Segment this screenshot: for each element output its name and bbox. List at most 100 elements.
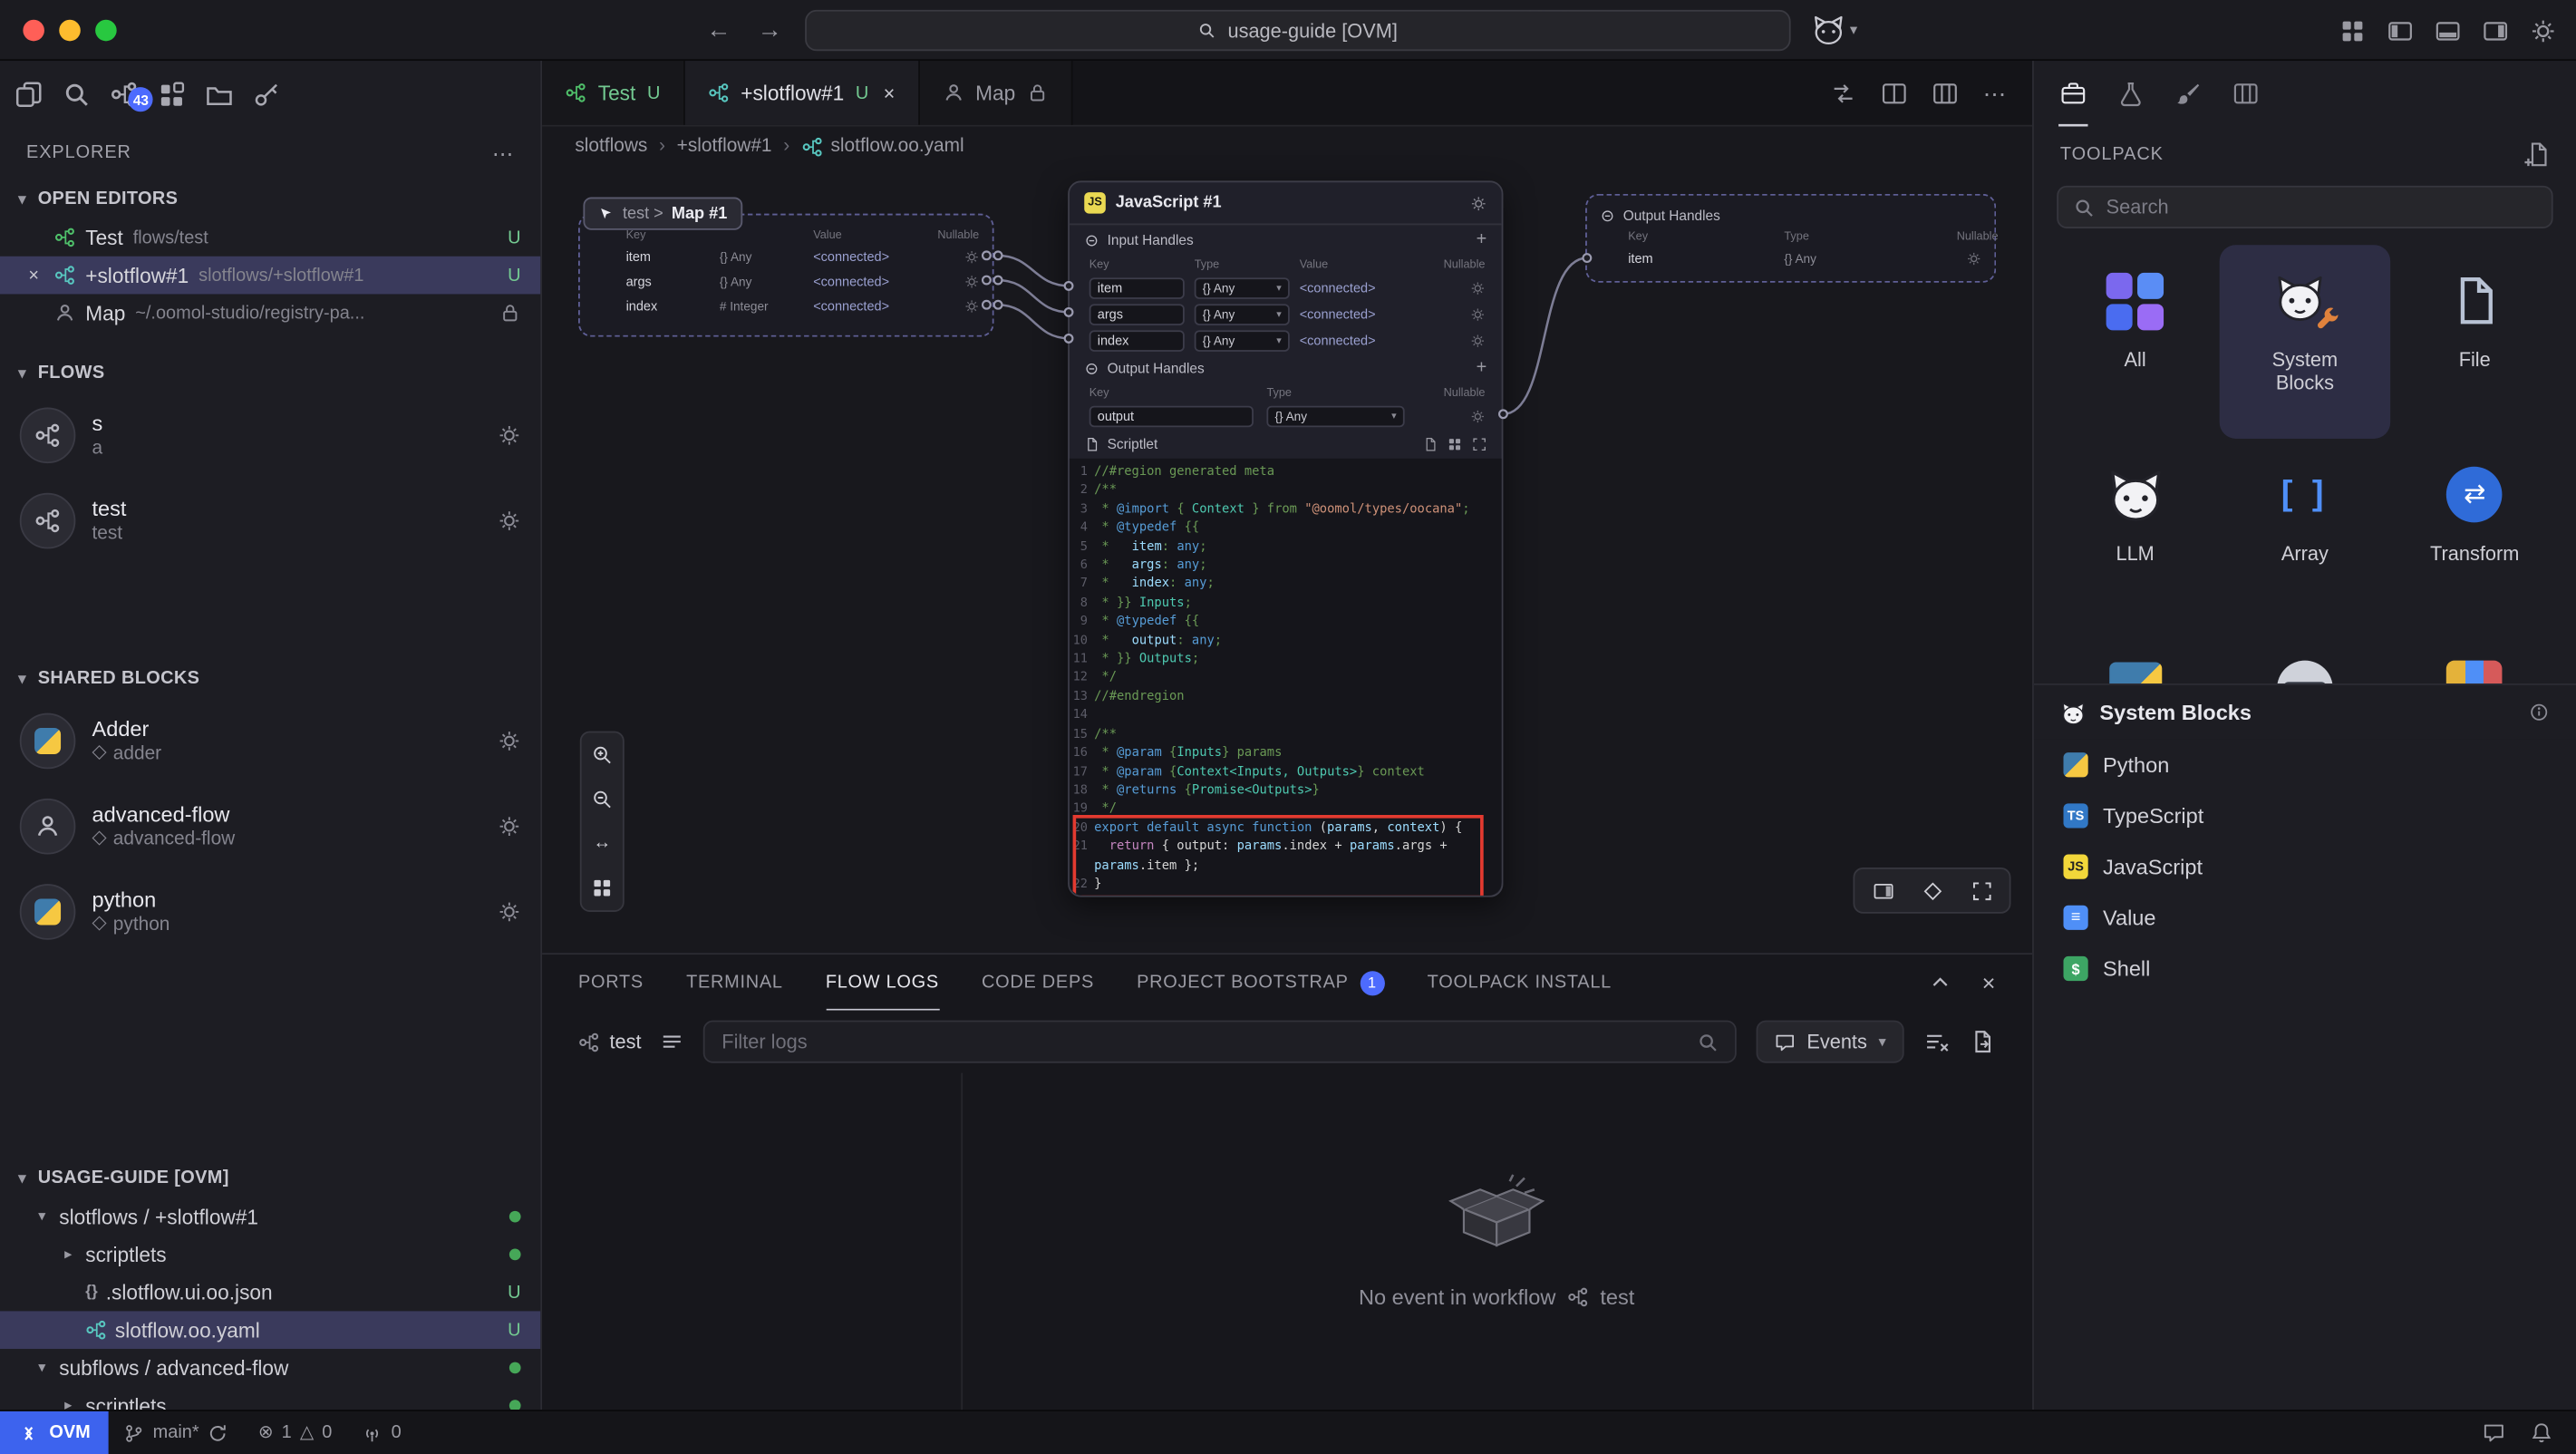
- list-item[interactable]: python◇python: [0, 869, 540, 955]
- system-block-item[interactable]: $Shell: [2034, 943, 2576, 994]
- list-item[interactable]: testtest: [0, 478, 540, 563]
- toolpack-tile[interactable]: [2220, 633, 2389, 683]
- extensions-icon[interactable]: [158, 80, 186, 108]
- branch-status[interactable]: main*: [109, 1411, 244, 1454]
- zoom-in-button[interactable]: [586, 740, 617, 771]
- tree-item[interactable]: {}.slotflow.ui.oo.jsonU: [0, 1274, 540, 1312]
- workspace-header[interactable]: ▾ USAGE-GUIDE [OVM]: [0, 1158, 540, 1198]
- ports-status[interactable]: 0: [347, 1411, 416, 1454]
- new-toolpack-icon[interactable]: [2523, 141, 2550, 168]
- search-icon[interactable]: [63, 80, 91, 108]
- log-view-mode-icon[interactable]: [661, 1030, 683, 1052]
- handle-settings-gear-icon[interactable]: [964, 250, 979, 265]
- split-editor-icon[interactable]: [1881, 80, 1907, 106]
- item-settings-gear-icon[interactable]: [498, 424, 520, 447]
- panel-tab[interactable]: CODE DEPS: [982, 955, 1094, 1011]
- editor-tab[interactable]: TestU: [542, 61, 684, 125]
- toolpack-tab-icon[interactable]: [2058, 61, 2088, 127]
- toolpack-search-input[interactable]: [2106, 196, 2537, 218]
- toolpack-tile[interactable]: File: [2390, 245, 2560, 439]
- toolpack-tile[interactable]: All: [2050, 245, 2220, 439]
- folder-icon[interactable]: [206, 80, 234, 108]
- settings-gear-icon[interactable]: [2530, 17, 2556, 44]
- handle-settings-gear-icon[interactable]: [1967, 251, 1981, 266]
- toolpack-tile[interactable]: LLM: [2050, 439, 2220, 633]
- handle-type-select[interactable]: {} Any▾: [1195, 329, 1290, 351]
- panel-tab[interactable]: PORTS: [578, 955, 644, 1011]
- input-handle-row[interactable]: args{} Any▾<connected>: [1070, 301, 1502, 327]
- list-item[interactable]: sa: [0, 393, 540, 478]
- auto-layout-button[interactable]: [586, 872, 617, 903]
- open-grid-icon[interactable]: [1448, 436, 1462, 451]
- more-actions-icon[interactable]: ⋯: [1983, 82, 2006, 104]
- filter-logs-field[interactable]: [703, 1021, 1736, 1063]
- map-node-row[interactable]: index# Integer<connected>: [580, 294, 993, 318]
- tree-item[interactable]: slotflow.oo.yamlU: [0, 1311, 540, 1349]
- notifications-bell-icon[interactable]: [2530, 1421, 2552, 1444]
- editor-tab[interactable]: Map: [920, 61, 1073, 125]
- system-block-item[interactable]: TSTypeScript: [2034, 790, 2576, 841]
- copy-code-icon[interactable]: [1423, 436, 1438, 451]
- export-logs-icon[interactable]: [1970, 1029, 1996, 1055]
- collapse-panel-icon[interactable]: [1930, 971, 1952, 994]
- handle-settings-gear-icon[interactable]: [1470, 333, 1485, 347]
- flow-selector[interactable]: test: [578, 1030, 641, 1052]
- map-node-row[interactable]: item{} Any<connected>: [580, 245, 993, 269]
- breadcrumb-item[interactable]: slotflows: [575, 136, 647, 156]
- toggle-minimap-button[interactable]: [1864, 876, 1901, 906]
- toggle-sidebar-right-icon[interactable]: [2483, 17, 2509, 44]
- close-editor-icon[interactable]: ×: [23, 266, 44, 286]
- feedback-icon[interactable]: [2483, 1421, 2505, 1444]
- map-view-button[interactable]: [1914, 876, 1951, 906]
- panel-tab[interactable]: FLOW LOGS: [826, 955, 939, 1011]
- explorer-icon[interactable]: [15, 80, 43, 108]
- scriptlet-code-editor[interactable]: 1//#region generated meta2/**3 * @import…: [1070, 459, 1502, 896]
- add-input-handle-button[interactable]: +: [1477, 230, 1487, 250]
- editor-layout-icon[interactable]: [2339, 17, 2366, 44]
- close-panel-icon[interactable]: ×: [1982, 971, 1997, 994]
- navigate-forward-button[interactable]: →: [758, 18, 782, 43]
- input-handle-row[interactable]: item{} Any▾<connected>: [1070, 275, 1502, 301]
- handle-settings-gear-icon[interactable]: [1470, 306, 1485, 321]
- experiments-tab-icon[interactable]: [2116, 61, 2146, 127]
- open-editor-item[interactable]: Testflows/testU: [0, 218, 540, 257]
- map-node-row[interactable]: args{} Any<connected>: [580, 269, 993, 294]
- tree-item[interactable]: ▸scriptlets: [0, 1387, 540, 1410]
- system-block-item[interactable]: ≡Value: [2034, 892, 2576, 943]
- item-settings-gear-icon[interactable]: [498, 900, 520, 923]
- layout-tab-icon[interactable]: [2231, 61, 2261, 127]
- open-editor-item[interactable]: Map~/.oomol-studio/registry-pa...: [0, 294, 540, 332]
- open-editors-header[interactable]: ▾ OPEN EDITORS: [0, 179, 540, 219]
- info-icon[interactable]: [2528, 702, 2550, 723]
- fullscreen-button[interactable]: [1963, 876, 2000, 906]
- close-window-button[interactable]: [23, 20, 44, 42]
- command-center-search[interactable]: usage-guide [OVM]: [805, 10, 1791, 51]
- tree-item[interactable]: ▸scriptlets: [0, 1236, 540, 1274]
- tree-item[interactable]: ▾subflows / advanced-flow: [0, 1349, 540, 1387]
- toggle-panel-bottom-icon[interactable]: [2435, 17, 2461, 44]
- output-node-row[interactable]: item{} Any: [1587, 247, 1995, 271]
- handle-settings-gear-icon[interactable]: [964, 299, 979, 314]
- panel-tab[interactable]: TOOLPACK INSTALL: [1428, 955, 1612, 1011]
- clear-logs-icon[interactable]: [1923, 1029, 1950, 1055]
- assistant-menu[interactable]: ▾: [1812, 14, 1857, 46]
- fit-view-button[interactable]: ↔: [586, 829, 617, 859]
- item-settings-gear-icon[interactable]: [498, 815, 520, 838]
- open-editor-item[interactable]: ×+slotflow#1slotflows/+slotflow#1U: [0, 257, 540, 295]
- toolpack-search-field[interactable]: [2057, 186, 2552, 228]
- shared-blocks-header[interactable]: ▾ SHARED BLOCKS: [0, 659, 540, 699]
- handle-settings-gear-icon[interactable]: [1470, 280, 1485, 295]
- zoom-out-button[interactable]: [586, 784, 617, 815]
- toolpack-tile[interactable]: [2050, 633, 2220, 683]
- handle-key-input[interactable]: item: [1089, 276, 1185, 298]
- compare-changes-icon[interactable]: [1830, 80, 1856, 106]
- maximize-window-button[interactable]: [95, 20, 117, 42]
- events-dropdown[interactable]: Events ▾: [1756, 1021, 1904, 1063]
- flows-header[interactable]: ▾ FLOWS: [0, 354, 540, 393]
- add-output-handle-button[interactable]: +: [1477, 358, 1487, 378]
- javascript-node[interactable]: JS JavaScript #1 Input Handles + KeyType…: [1068, 180, 1503, 897]
- toolpack-tile[interactable]: [ ]Array: [2220, 439, 2389, 633]
- editor-tab[interactable]: +slotflow#1U×: [685, 61, 920, 125]
- minimize-window-button[interactable]: [59, 20, 81, 42]
- map-node-title-pill[interactable]: test > Map #1: [583, 198, 741, 230]
